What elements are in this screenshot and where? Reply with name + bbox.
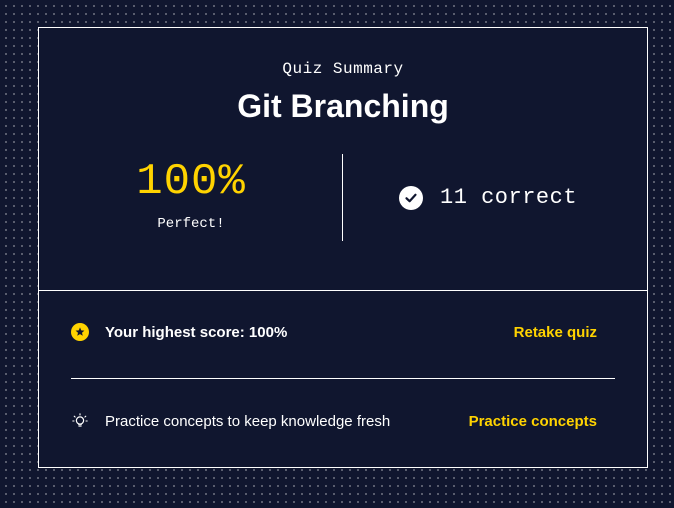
vertical-divider: [342, 154, 343, 241]
score-percent: 100%: [136, 157, 246, 207]
retake-quiz-link[interactable]: Retake quiz: [514, 324, 615, 341]
practice-concepts-link[interactable]: Practice concepts: [469, 413, 615, 430]
summary-subtitle: Quiz Summary: [282, 60, 404, 78]
correct-count-text: 11 correct: [440, 185, 578, 210]
lightbulb-icon: [71, 412, 89, 430]
star-badge-icon: [71, 323, 89, 341]
score-block: 100% Perfect!: [39, 156, 343, 232]
correct-count: 11 correct: [399, 185, 577, 210]
quiz-title: Git Branching: [237, 88, 449, 124]
practice-row: Practice concepts to keep knowledge fres…: [71, 412, 615, 430]
check-circle-icon: [399, 185, 423, 210]
score-label: Perfect!: [157, 216, 225, 232]
practice-text: Practice concepts to keep knowledge fres…: [105, 412, 391, 430]
horizontal-divider: [71, 378, 615, 379]
highest-score-text: Your highest score: 100%: [105, 323, 288, 341]
summary-header: Quiz Summary Git Branching 100% Perfect!…: [39, 28, 647, 291]
highest-score-row: Your highest score: 100% Retake quiz: [71, 323, 615, 341]
quiz-summary-card: Quiz Summary Git Branching 100% Perfect!…: [38, 27, 648, 468]
